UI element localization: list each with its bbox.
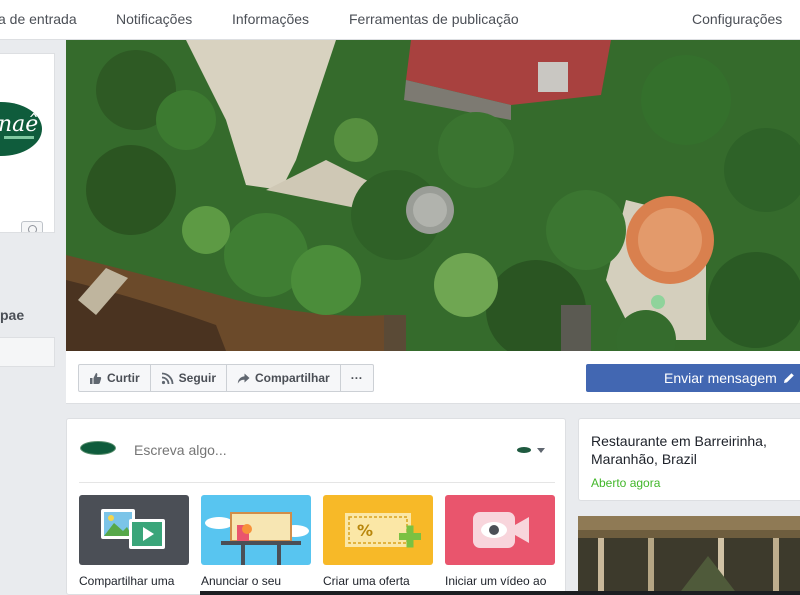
page-logo: naê xyxy=(0,102,42,156)
pencil-icon xyxy=(783,372,795,384)
audience-selector[interactable] xyxy=(517,447,545,453)
cover-aerial-image xyxy=(66,40,800,351)
live-video-camera-icon xyxy=(473,512,529,548)
camera-icon[interactable] xyxy=(21,221,43,232)
share-arrow-icon xyxy=(237,372,250,385)
post-composer: % Compartilhar uma Anunciar o seu Criar … xyxy=(66,418,566,595)
billboard-icon xyxy=(205,512,309,565)
cover-photo[interactable] xyxy=(66,40,800,351)
advertise-label: Anunciar o seu xyxy=(201,574,282,588)
rss-follow-icon xyxy=(161,372,174,385)
photo-video-icon xyxy=(101,509,165,549)
follow-button[interactable]: Seguir xyxy=(151,365,228,391)
write-post-input[interactable] xyxy=(134,442,474,458)
offer-ticket-icon: % xyxy=(345,513,421,548)
nav-tab-publishing-tools[interactable]: Ferramentas de publicação xyxy=(349,11,519,27)
like-label: Curtir xyxy=(107,371,140,385)
audience-avatar xyxy=(517,447,531,453)
live-video-tile[interactable] xyxy=(445,495,555,565)
profile-picture-card[interactable]: naê xyxy=(0,53,55,233)
nav-tab-information[interactable]: Informações xyxy=(232,11,309,27)
open-status: Aberto agora xyxy=(591,476,661,490)
advertise-tile[interactable] xyxy=(201,495,311,565)
create-offer-label: Criar uma oferta xyxy=(323,574,410,588)
create-offer-tile[interactable]: % xyxy=(323,495,433,565)
more-label: ··· xyxy=(350,371,363,385)
share-button[interactable]: Compartilhar xyxy=(227,365,341,391)
left-column: naê pae xyxy=(0,40,64,595)
live-video-label: Iniciar um vídeo ao xyxy=(445,574,547,588)
photos-preview[interactable] xyxy=(578,516,800,595)
send-message-label: Enviar mensagem xyxy=(664,370,777,386)
bottom-edge-bar xyxy=(200,591,800,595)
follow-label: Seguir xyxy=(178,371,217,385)
like-button[interactable]: Curtir xyxy=(79,365,151,391)
top-navigation: a de entrada Notificações Informações Fe… xyxy=(0,0,800,40)
share-photo-label: Compartilhar uma xyxy=(79,574,175,588)
thatched-hut-photo xyxy=(578,516,800,595)
page-username[interactable]: pae xyxy=(0,307,24,323)
logo-underline xyxy=(4,136,34,139)
page-action-bar: Curtir Seguir Compartilhar ··· Enviar me… xyxy=(66,351,800,404)
thumbs-up-icon xyxy=(89,372,102,385)
caret-down-icon xyxy=(537,447,545,453)
page-info-card: Restaurante em Barreirinha, Maranhão, Br… xyxy=(578,418,800,501)
share-label: Compartilhar xyxy=(255,371,330,385)
left-menu-box[interactable] xyxy=(0,337,55,367)
nav-tab-notifications[interactable]: Notificações xyxy=(116,11,192,27)
share-photo-tile[interactable] xyxy=(79,495,189,565)
logo-text: naê xyxy=(0,112,39,137)
composer-divider xyxy=(79,482,555,483)
nav-tab-home[interactable]: a de entrada xyxy=(0,11,77,27)
page-avatar xyxy=(80,441,116,455)
send-message-button[interactable]: Enviar mensagem xyxy=(586,364,800,392)
page-action-buttons: Curtir Seguir Compartilhar ··· xyxy=(78,364,374,392)
nav-tab-settings[interactable]: Configurações xyxy=(692,11,782,27)
svg-text:%: % xyxy=(357,521,373,540)
page-category-location: Restaurante em Barreirinha, Maranhão, Br… xyxy=(591,433,767,467)
more-options-button[interactable]: ··· xyxy=(341,365,373,391)
